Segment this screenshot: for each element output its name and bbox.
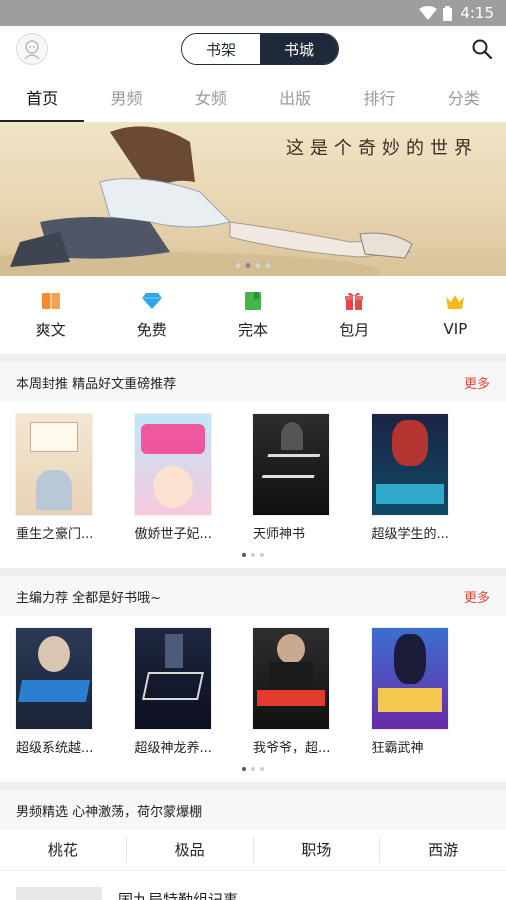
- bookshelf-tab[interactable]: 书架: [182, 34, 260, 64]
- quick-entry-bar: 爽文 免费 完本 包月 VIP: [0, 276, 506, 354]
- banner-dot: [265, 263, 271, 268]
- book-title: 超级系统越...: [16, 741, 94, 756]
- section-title: 男频精选 心神激荡，荷尔蒙爆棚: [16, 804, 203, 820]
- book-cover: [371, 628, 448, 729]
- book-card[interactable]: 超级学生的...: [371, 414, 491, 542]
- book-title: 狂霸武神: [371, 741, 424, 756]
- quick-item-hot[interactable]: 爽文: [0, 276, 101, 354]
- book-cover: [253, 414, 329, 515]
- genre-tab[interactable]: 桃花: [0, 837, 127, 863]
- book-cover: [16, 414, 92, 515]
- page-dot: [260, 553, 264, 557]
- page-dot: [260, 767, 264, 771]
- divider: [0, 782, 506, 790]
- tab-female[interactable]: 女频: [169, 72, 253, 122]
- bookstore-tab[interactable]: 书城: [260, 34, 338, 64]
- book-cover: [16, 628, 92, 729]
- book-title: 天师神书: [253, 527, 306, 542]
- quick-label: 免费: [136, 320, 167, 339]
- section-header: 主编力荐 全都是好书哦~ 更多: [0, 576, 506, 616]
- battery-icon: [443, 5, 453, 21]
- quick-label: 爽文: [35, 320, 66, 339]
- crown-icon: [445, 292, 465, 312]
- avatar[interactable]: [16, 33, 48, 65]
- book-card[interactable]: 天师神书: [253, 414, 372, 542]
- genre-tab[interactable]: 职场: [254, 837, 381, 863]
- more-link[interactable]: 更多: [464, 587, 490, 606]
- book-row: 重生之豪门... 傲娇世子妃... 天师神书 超级学生的...: [0, 402, 506, 542]
- bookmark-book-icon: [243, 291, 263, 311]
- book-title: 我爷爷，超...: [253, 741, 331, 756]
- status-bar: 4:15: [0, 0, 506, 26]
- page-dot: [251, 553, 255, 557]
- banner-carousel[interactable]: 这是个奇妙的世界: [0, 122, 506, 276]
- book-cover: [371, 414, 448, 515]
- quick-item-free[interactable]: 免费: [101, 276, 202, 354]
- book-row: 超级系统越... 超级神龙养... 我爷爷，超... 狂霸武神: [0, 616, 506, 756]
- shelf-store-switch: 书架 书城: [181, 33, 339, 65]
- page-dot-active: [242, 767, 246, 771]
- book-card[interactable]: 超级系统越...: [16, 628, 135, 756]
- section-weekly-picks: 本周封推 精品好文重磅推荐 更多 重生之豪门... 傲娇世子妃... 天师神书: [0, 362, 506, 568]
- banner-indicator: [235, 263, 271, 268]
- page-indicator: [0, 542, 506, 568]
- book-icon: [41, 291, 61, 311]
- banner-dot-active: [245, 263, 251, 268]
- page-indicator: [0, 756, 506, 782]
- book-title: 超级神龙养...: [134, 741, 212, 756]
- book-card[interactable]: 傲娇世子妃...: [134, 414, 254, 542]
- tab-male[interactable]: 男频: [84, 72, 168, 122]
- section-editor-picks: 主编力荐 全都是好书哦~ 更多 超级系统越... 超级神龙养... 我爷爷，超.…: [0, 576, 506, 782]
- section-title: 主编力荐 全都是好书哦~: [16, 590, 162, 606]
- diamond-icon: [141, 291, 162, 311]
- section-header: 本周封推 精品好文重磅推荐 更多: [0, 362, 506, 402]
- book-cover: [134, 414, 211, 515]
- wifi-icon: [419, 6, 438, 20]
- section-header: 男频精选 心神激荡，荷尔蒙爆棚: [0, 790, 506, 830]
- book-card[interactable]: 我爷爷，超...: [253, 628, 372, 756]
- book-title: 国九局特勤组记事: [118, 891, 239, 900]
- genre-bar: 桃花 极品 职场 西游: [0, 830, 506, 870]
- book-title: 超级学生的...: [371, 527, 449, 542]
- search-icon[interactable]: [472, 39, 492, 59]
- tab-category[interactable]: 分类: [422, 72, 506, 122]
- book-cover: [253, 628, 329, 729]
- book-card[interactable]: 超级神龙养...: [134, 628, 254, 756]
- quick-label: 包月: [339, 320, 370, 339]
- quick-item-finished[interactable]: 完本: [202, 276, 303, 354]
- user-avatar-icon: [24, 40, 40, 59]
- genre-tab[interactable]: 西游: [380, 837, 506, 863]
- quick-item-vip[interactable]: VIP: [405, 276, 506, 354]
- book-card[interactable]: 狂霸武神: [371, 628, 491, 756]
- page-dot: [251, 767, 255, 771]
- top-bar: 书架 书城: [0, 26, 506, 72]
- genre-tab[interactable]: 极品: [127, 837, 254, 863]
- section-title: 本周封推 精品好文重磅推荐: [16, 376, 177, 392]
- status-icons: [419, 5, 453, 21]
- banner-caption: 这是个奇妙的世界: [286, 138, 478, 159]
- gift-icon: [344, 291, 364, 311]
- divider: [0, 354, 506, 362]
- quick-item-monthly[interactable]: 包月: [304, 276, 405, 354]
- more-link[interactable]: 更多: [464, 373, 490, 392]
- page-dot-active: [242, 553, 246, 557]
- tab-ranking[interactable]: 排行: [337, 72, 421, 122]
- banner-dot: [255, 263, 261, 268]
- tab-publish[interactable]: 出版: [253, 72, 337, 122]
- divider: [0, 568, 506, 576]
- status-time: 4:15: [460, 4, 494, 22]
- book-title: 重生之豪门...: [16, 527, 94, 542]
- banner-dot: [235, 263, 241, 268]
- quick-label: 完本: [238, 320, 269, 339]
- category-tabs: 首页 男频 女频 出版 排行 分类: [0, 72, 506, 122]
- tab-home[interactable]: 首页: [0, 72, 85, 122]
- book-thumbnail: [16, 887, 102, 900]
- quick-label: VIP: [443, 320, 468, 338]
- list-item[interactable]: 国九局特勤组记事: [0, 870, 506, 900]
- book-card[interactable]: 重生之豪门...: [16, 414, 135, 542]
- book-cover: [134, 628, 211, 729]
- book-title: 傲娇世子妃...: [134, 527, 212, 542]
